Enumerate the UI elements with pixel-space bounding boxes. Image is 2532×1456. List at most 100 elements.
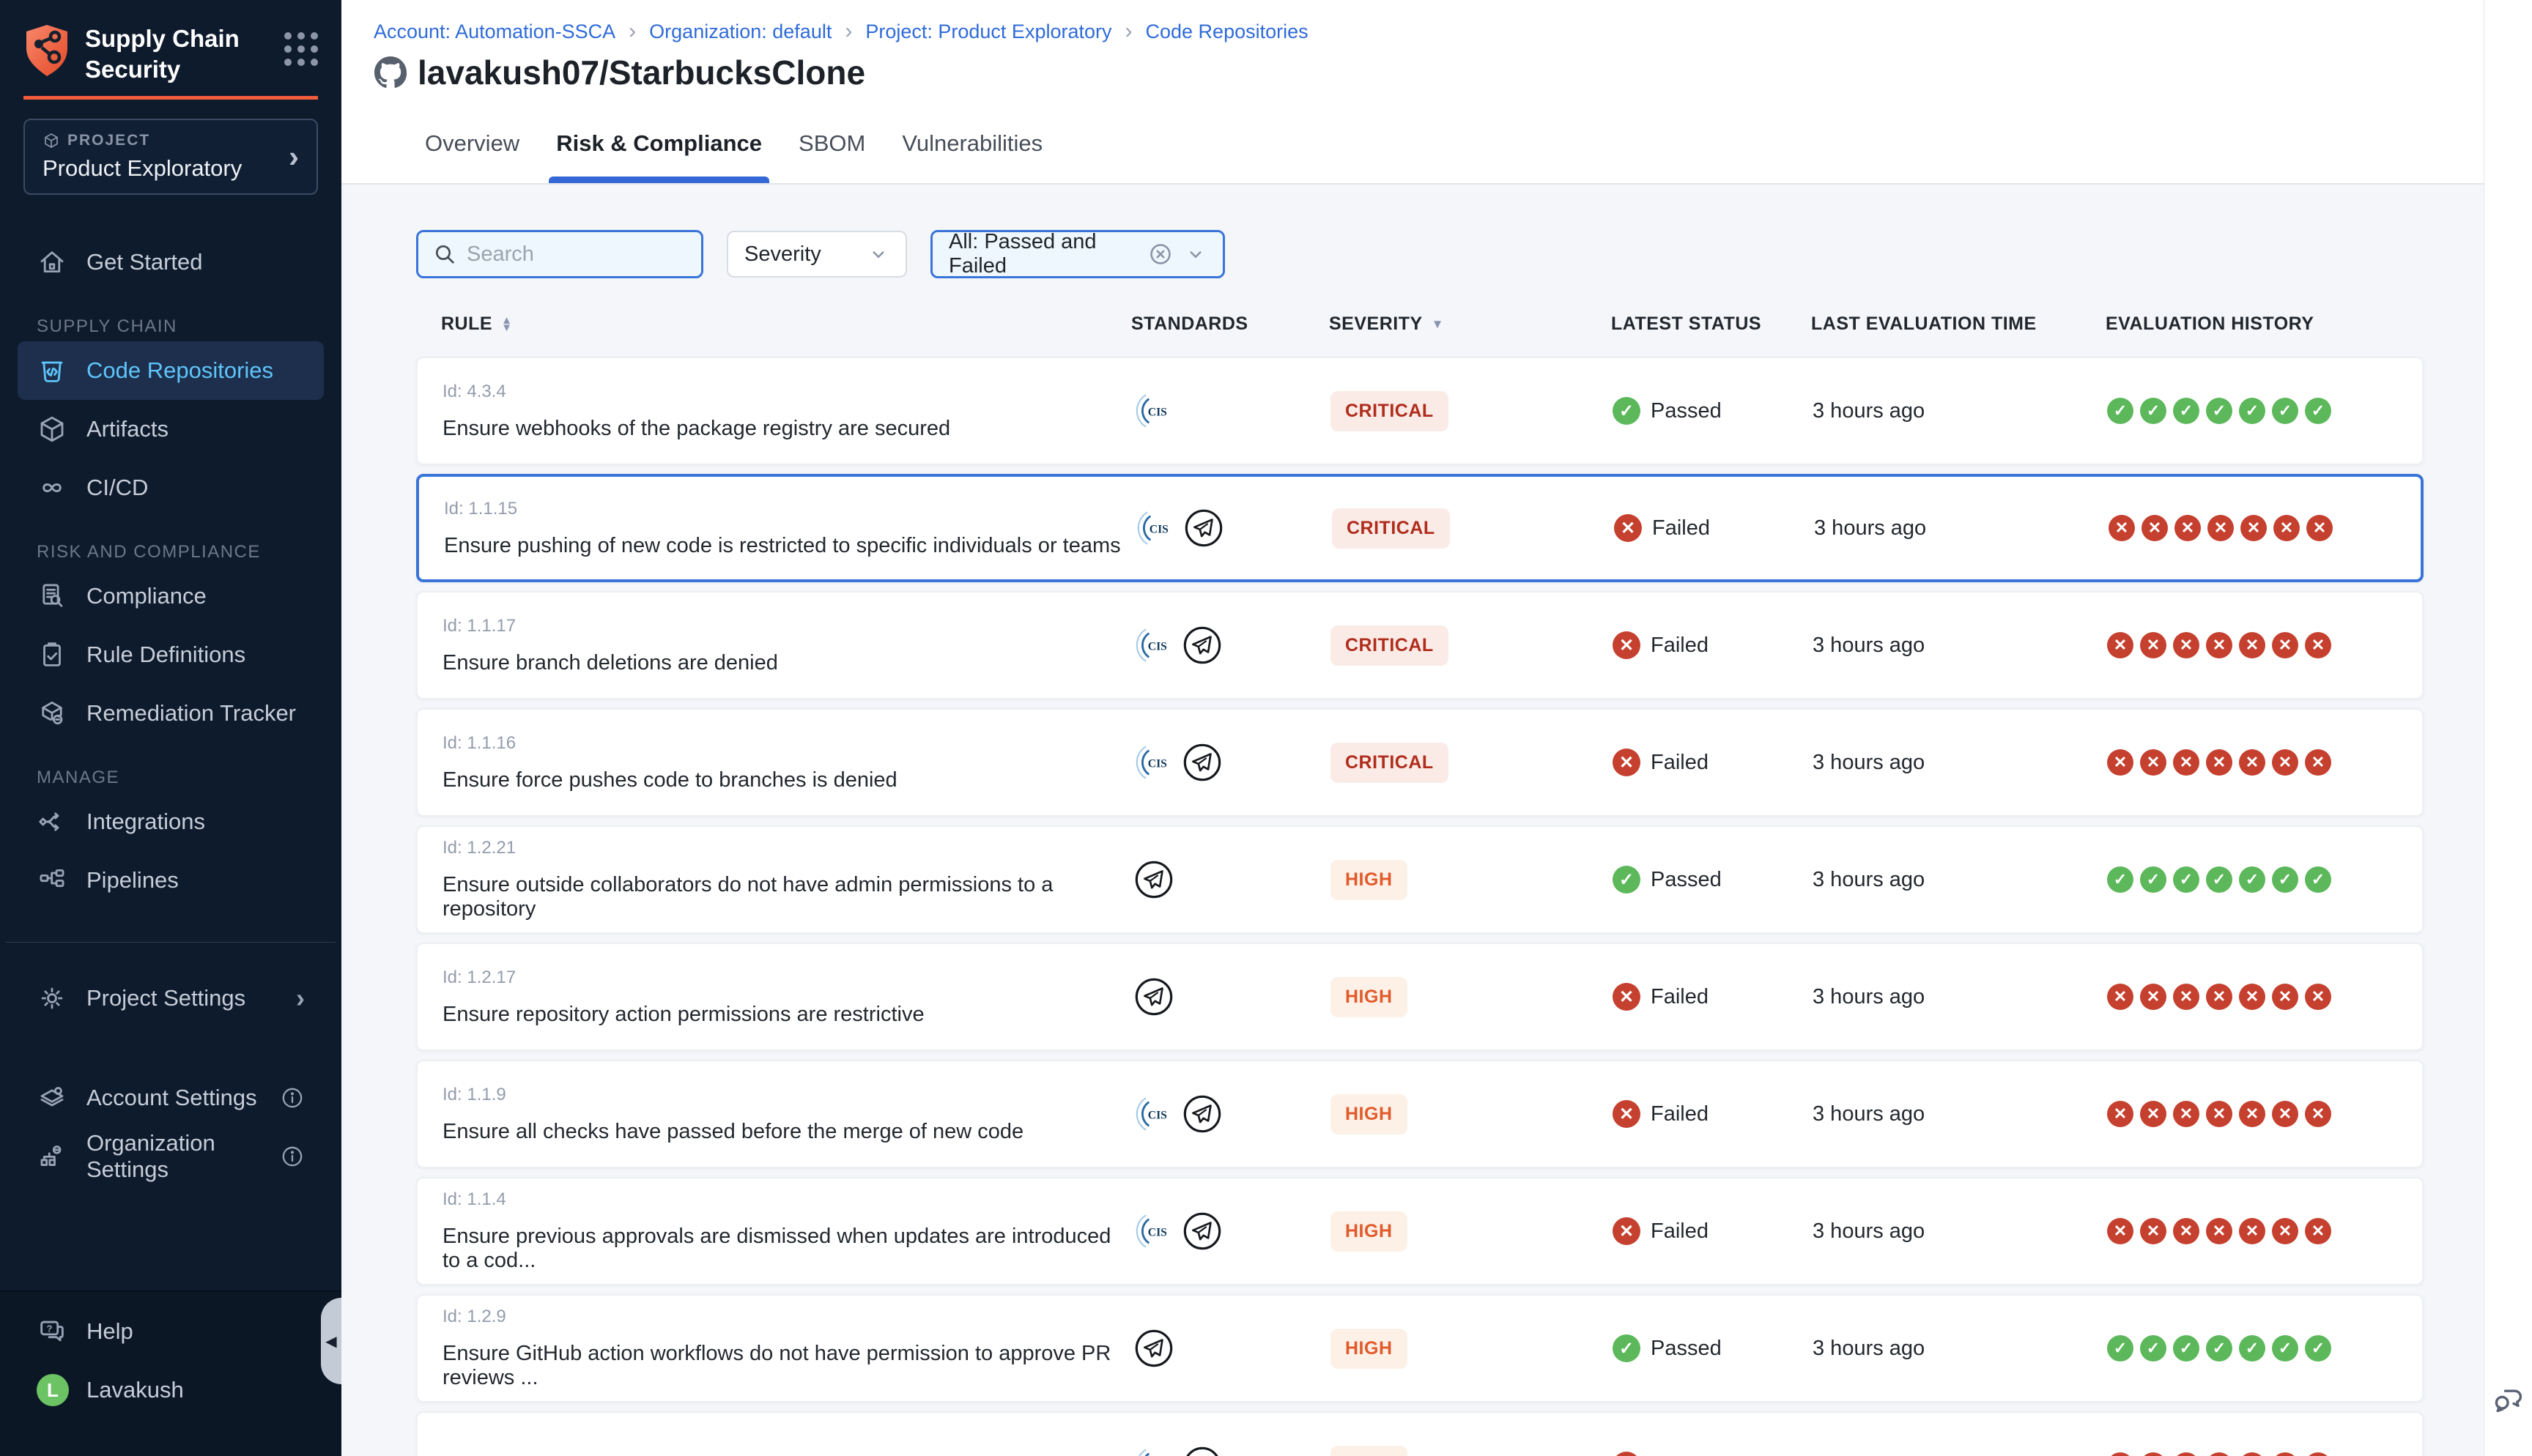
- chat-support-icon[interactable]: [2491, 1383, 2526, 1418]
- history-fail-icon: ✕: [2173, 1452, 2199, 1456]
- severity-badge: HIGH: [1330, 1211, 1407, 1252]
- breadcrumb-link-account-automation-ssca[interactable]: Account: Automation-SSCA: [374, 21, 615, 43]
- app-switcher-grid-icon[interactable]: [284, 32, 318, 66]
- standards-cell: [1133, 858, 1330, 901]
- sidebar-item-organization-settings[interactable]: Organization Settings: [18, 1127, 324, 1186]
- column-header-last-evaluation-time[interactable]: LAST EVALUATION TIME: [1811, 313, 2106, 335]
- table-row[interactable]: Id: 1.1.16Ensure force pushes code to br…: [416, 708, 2424, 817]
- rule-cell: Id: 1.1.17Ensure branch deletions are de…: [443, 606, 1133, 686]
- breadcrumb-link-organization-default[interactable]: Organization: default: [649, 21, 832, 43]
- tab-overview[interactable]: Overview: [423, 104, 521, 183]
- status-cell: ✕Failed: [1613, 983, 1813, 1011]
- column-header-evaluation-history[interactable]: EVALUATION HISTORY: [2106, 313, 2399, 335]
- rule-id: Id: 1.1.4: [443, 1189, 1133, 1210]
- table-row[interactable]: Id: 1.1.5CISHIGH✕Failed3 hours ago✕✕✕✕✕✕…: [416, 1411, 2424, 1456]
- evaluation-history: ✕✕✕✕✕✕✕: [2109, 515, 2396, 541]
- table-row[interactable]: Id: 1.2.21Ensure outside collaborators d…: [416, 825, 2424, 934]
- table-row[interactable]: Id: 1.2.9Ensure GitHub action workflows …: [416, 1294, 2424, 1403]
- cis-standard-icon: CIS: [1133, 1093, 1175, 1135]
- gear-icon: [37, 983, 67, 1014]
- status-cell: ✕Failed: [1613, 631, 1813, 659]
- user-menu[interactable]: LLavakush: [18, 1361, 324, 1419]
- column-header-rule[interactable]: RULE▲▼: [441, 313, 1131, 335]
- history-pass-icon: ✓: [2206, 1335, 2232, 1362]
- history-fail-icon: ✕: [2306, 515, 2333, 541]
- history-fail-icon: ✕: [2107, 749, 2133, 776]
- sidebar-item-get-started[interactable]: Get Started: [18, 233, 324, 291]
- status-label: Failed: [1651, 751, 1709, 775]
- table-row[interactable]: Id: 1.1.15Ensure pushing of new code is …: [416, 474, 2424, 582]
- sort-desc-icon[interactable]: ▼: [1432, 317, 1444, 332]
- sidebar-item-help[interactable]: ?Help: [18, 1302, 324, 1361]
- status-filter-dropdown[interactable]: All: Passed and Failed: [930, 230, 1225, 278]
- column-header-severity[interactable]: SEVERITY▼: [1329, 313, 1611, 335]
- box-wrench-icon: [37, 698, 67, 729]
- sidebar-item-integrations[interactable]: Integrations: [18, 792, 324, 851]
- status-cell: ✓Passed: [1613, 866, 1813, 894]
- sidebar-item-ci-cd[interactable]: CI/CD: [18, 458, 324, 517]
- standards-cell: [1133, 976, 1330, 1018]
- column-header-latest-status[interactable]: LATEST STATUS: [1611, 313, 1811, 335]
- table-row[interactable]: Id: 1.1.9Ensure all checks have passed b…: [416, 1060, 2424, 1168]
- content-area: Severity All: Passed and Failed RULE▲▼ST…: [341, 185, 2484, 1456]
- column-header-standards[interactable]: STANDARDS: [1131, 313, 1329, 335]
- evaluation-history: ✓✓✓✓✓✓✓: [2107, 398, 2397, 424]
- history-fail-icon: ✕: [2272, 1101, 2298, 1127]
- breadcrumb-separator: ›: [1125, 19, 1133, 44]
- history-pass-icon: ✓: [2206, 866, 2232, 893]
- history-fail-icon: ✕: [2206, 1452, 2232, 1456]
- history-fail-icon: ✕: [2107, 1218, 2133, 1244]
- status-cell: ✕Failed: [1613, 1100, 1813, 1128]
- sidebar-item-label: Pipelines: [86, 867, 179, 894]
- history-fail-icon: ✕: [2109, 515, 2135, 541]
- sidebar-section-label-risk-and-compliance: RISK AND COMPLIANCE: [37, 542, 305, 562]
- sidebar-item-rule-definitions[interactable]: Rule Definitions: [18, 625, 324, 684]
- tab-sbom[interactable]: SBOM: [797, 104, 867, 183]
- history-pass-icon: ✓: [2305, 398, 2331, 424]
- history-fail-icon: ✕: [2272, 1218, 2298, 1244]
- sidebar-divider: [6, 942, 336, 943]
- sidebar-item-code-repositories[interactable]: Code Repositories: [18, 341, 324, 400]
- table-row[interactable]: Id: 1.1.17Ensure branch deletions are de…: [416, 591, 2424, 699]
- rule-name: Ensure all checks have passed before the…: [443, 1120, 1133, 1144]
- repo-title-row: lavakush07/StarbucksClone: [374, 53, 2484, 92]
- sidebar-item-label: CI/CD: [86, 475, 148, 501]
- sidebar-item-account-settings[interactable]: Account Settings: [18, 1069, 324, 1127]
- history-fail-icon: ✕: [2239, 1452, 2265, 1456]
- sidebar-item-pipelines[interactable]: Pipelines: [18, 851, 324, 910]
- sidebar-item-compliance[interactable]: Compliance: [18, 567, 324, 625]
- history-fail-icon: ✕: [2140, 632, 2166, 658]
- evaluation-history: ✕✕✕✕✕✕✕: [2107, 1218, 2397, 1244]
- sidebar-item-label: Remediation Tracker: [86, 700, 296, 727]
- breadcrumb-link-code-repositories[interactable]: Code Repositories: [1146, 21, 1308, 43]
- severity-filter-dropdown[interactable]: Severity: [727, 231, 907, 278]
- status-label: Failed: [1651, 985, 1709, 1009]
- sidebar-item-project-settings[interactable]: Project Settings›: [18, 969, 324, 1028]
- last-evaluation-time: 3 hours ago: [1813, 399, 2107, 423]
- sidebar-item-label: Compliance: [86, 583, 207, 609]
- history-pass-icon: ✓: [2239, 1335, 2265, 1362]
- table-row[interactable]: Id: 4.3.4Ensure webhooks of the package …: [416, 357, 2424, 465]
- severity-filter-label: Severity: [744, 242, 821, 267]
- search-input[interactable]: [467, 242, 686, 267]
- sidebar-item-label: Code Repositories: [86, 357, 273, 384]
- sidebar-item-artifacts[interactable]: Artifacts: [18, 400, 324, 458]
- project-cube-icon: [42, 132, 60, 149]
- tab-vulnerabilities[interactable]: Vulnerabilities: [900, 104, 1044, 183]
- history-pass-icon: ✓: [2305, 866, 2331, 893]
- org-gear-icon: [37, 1141, 67, 1172]
- table-row[interactable]: Id: 1.1.4Ensure previous approvals are d…: [416, 1177, 2424, 1285]
- github-icon: [374, 56, 407, 89]
- app-logo-shield-icon: [23, 23, 70, 78]
- clear-filter-icon[interactable]: [1148, 242, 1173, 267]
- sidebar-collapse-handle[interactable]: ◀: [321, 1298, 341, 1384]
- status-cell: ✓Passed: [1613, 1334, 1813, 1362]
- sidebar-item-remediation-tracker[interactable]: Remediation Tracker: [18, 684, 324, 743]
- tab-risk-compliance[interactable]: Risk & Compliance: [555, 104, 763, 183]
- rule-id: Id: 4.3.4: [443, 382, 1133, 402]
- breadcrumb-link-project-product-exploratory[interactable]: Project: Product Exploratory: [865, 21, 1111, 43]
- sort-icon[interactable]: ▲▼: [501, 317, 512, 331]
- table-row[interactable]: Id: 1.2.17Ensure repository action permi…: [416, 943, 2424, 1051]
- last-evaluation-time: 3 hours ago: [1813, 1337, 2107, 1361]
- project-selector[interactable]: PROJECT Product Exploratory ›: [23, 119, 318, 195]
